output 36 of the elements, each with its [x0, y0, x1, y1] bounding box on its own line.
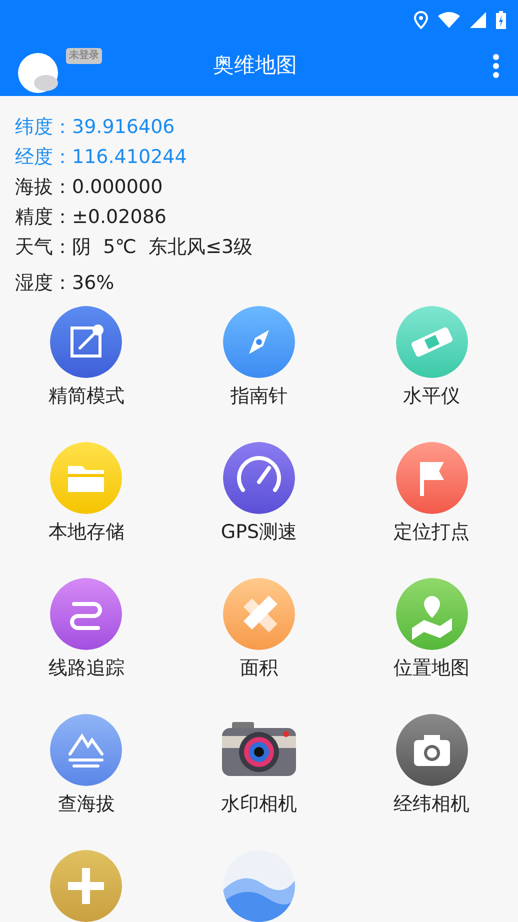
tool-label[interactable]: 水平仪	[403, 382, 460, 410]
location-icon	[414, 11, 428, 29]
spirit-level-icon	[396, 306, 468, 378]
map-pin-icon	[396, 578, 468, 650]
tool-label[interactable]: 位置地图	[394, 654, 470, 682]
tool-label[interactable]: GPS测速	[220, 518, 298, 546]
mountain-icon	[50, 714, 122, 786]
signal-icon	[470, 12, 486, 28]
speedometer-icon	[222, 442, 295, 514]
wifi-icon	[438, 12, 460, 28]
more-menu-icon[interactable]	[492, 54, 500, 78]
info-line: 纬度：39.916406	[15, 115, 176, 140]
tool-label[interactable]: 线路追踪	[48, 654, 124, 682]
tool-label[interactable]: 水印相机	[220, 790, 297, 818]
battery-icon	[496, 11, 506, 29]
camera-icon	[222, 722, 296, 778]
info-line: 经度：116.410244	[15, 145, 188, 170]
compass-icon	[222, 306, 295, 378]
info-line: 精度：±0.02086	[15, 205, 168, 230]
tool-label[interactable]: 定位打点	[394, 518, 470, 546]
info-line: 湿度：36%	[15, 271, 116, 296]
tool-label[interactable]: 本地存储	[48, 518, 124, 546]
folder-icon	[50, 442, 122, 514]
tool-label[interactable]: 面积	[240, 654, 278, 682]
route-icon	[50, 578, 122, 650]
flag-icon	[396, 442, 468, 514]
tool-label[interactable]: 精简模式	[48, 382, 124, 410]
info-line: 天气：阴 5℃ 东北风≤3级	[15, 235, 254, 260]
camera-icon	[396, 714, 468, 786]
tool-label[interactable]: 经纬相机	[394, 790, 470, 818]
app-title: 奥维地图	[213, 52, 297, 80]
tool-label[interactable]: 查海拔	[58, 790, 115, 818]
info-line: 海拔：0.000000	[15, 175, 164, 200]
login-status-badge: 未登录	[66, 48, 102, 64]
tool-label[interactable]: 指南针	[230, 382, 288, 410]
avatar[interactable]	[18, 53, 58, 93]
